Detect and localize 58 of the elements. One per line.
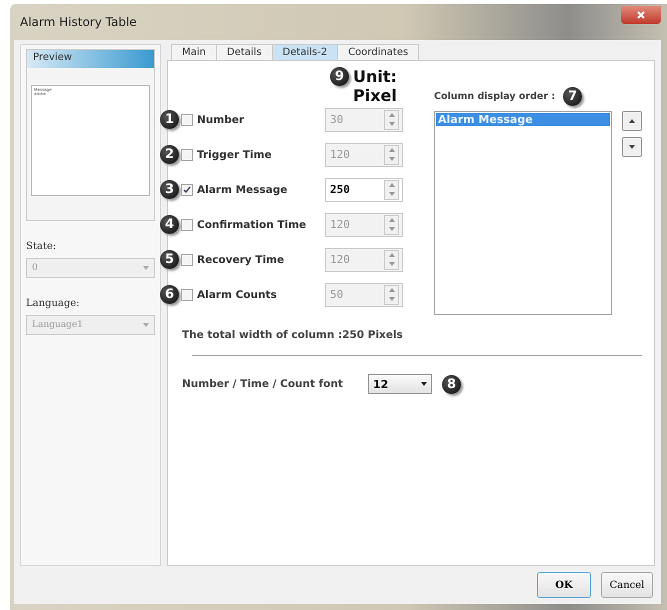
callout-badge: 4 xyxy=(160,215,179,234)
callout-badge: 8 xyxy=(442,374,461,394)
up-arrow-icon xyxy=(388,253,394,257)
checkbox-label: Alarm Counts xyxy=(197,288,278,300)
caret-icon xyxy=(143,323,149,327)
tab[interactable]: Main xyxy=(171,44,217,60)
width-spinner[interactable]: 250 xyxy=(325,178,403,202)
checkbox-label: Number xyxy=(197,114,246,126)
language-label: Language: xyxy=(26,298,81,309)
callout-badge: 7 xyxy=(563,86,582,106)
checkbox[interactable] xyxy=(181,148,193,160)
down-arrow-icon xyxy=(388,192,394,196)
checkbox[interactable] xyxy=(181,254,193,266)
callout-badge: 2 xyxy=(160,145,179,164)
down-arrow-icon xyxy=(388,297,394,301)
callout-badge: 1 xyxy=(160,110,179,129)
callout-badge: 6 xyxy=(160,285,179,304)
checkbox[interactable] xyxy=(181,218,193,230)
down-arrow-icon xyxy=(388,122,394,126)
callout-badge: 5 xyxy=(160,250,179,269)
up-arrow-icon xyxy=(388,148,394,152)
caret-icon xyxy=(421,382,427,386)
up-arrow-icon xyxy=(388,218,394,222)
callout-badge: 9 xyxy=(330,67,349,86)
up-arrow-icon xyxy=(388,113,394,117)
window-title: Alarm History Table xyxy=(19,15,137,29)
state-label: State: xyxy=(26,241,58,252)
checkbox-label: Alarm Message xyxy=(197,184,288,196)
down-arrow-icon xyxy=(388,157,394,161)
checkbox-label: Trigger Time xyxy=(197,148,273,160)
checkbox-label: Confirmation Time xyxy=(197,218,308,230)
down-arrow-icon xyxy=(388,227,394,231)
move-up-button[interactable] xyxy=(622,111,642,131)
checkbox[interactable] xyxy=(181,114,193,126)
close-button[interactable] xyxy=(621,6,661,24)
close-icon xyxy=(637,11,645,19)
unit-label: Unit: Pixel xyxy=(353,67,397,105)
checkbox[interactable] xyxy=(181,184,193,196)
tab[interactable]: Details-2 xyxy=(272,44,338,60)
font-label: Number / Time / Count font xyxy=(182,378,344,390)
font-size-dropdown[interactable]: 12 xyxy=(368,374,432,394)
column-order-label: Column display order : xyxy=(434,90,556,102)
caret-icon xyxy=(143,266,149,270)
total-width-text: The total width of column :250 Pixels xyxy=(182,329,404,341)
cancel-button[interactable]: Cancel xyxy=(601,572,653,598)
checkbox[interactable] xyxy=(181,288,193,300)
checkbox-label: Recovery Time xyxy=(197,254,286,266)
check-icon xyxy=(183,186,191,194)
callout-badge: 3 xyxy=(160,180,179,199)
up-arrow-icon xyxy=(388,183,394,187)
move-down-button[interactable] xyxy=(622,137,642,157)
up-arrow-icon xyxy=(388,288,394,292)
ok-button[interactable]: OK xyxy=(537,572,591,598)
down-arrow-icon xyxy=(388,262,394,266)
tab[interactable]: Coordinates xyxy=(337,44,420,60)
down-arrow-icon xyxy=(629,145,635,149)
up-arrow-icon xyxy=(629,119,635,123)
preview-title: Preview xyxy=(27,50,154,68)
